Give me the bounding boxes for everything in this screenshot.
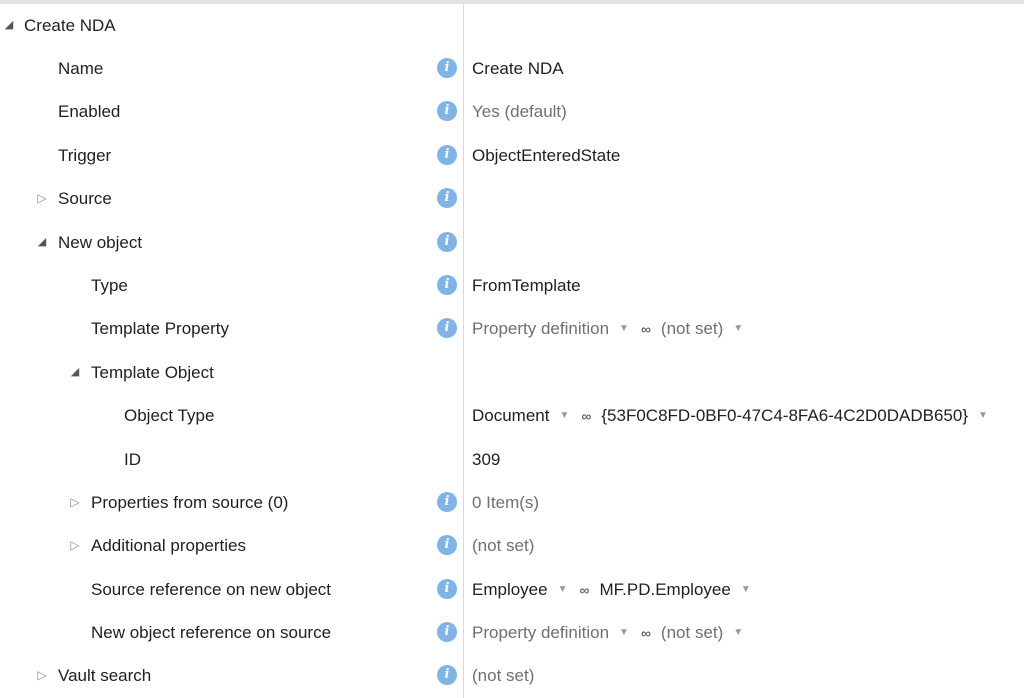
tree-row-new-object-reference[interactable]: New object reference on source i Propert… — [0, 611, 1024, 654]
collapsed-toggle-icon[interactable]: ▷ — [69, 494, 81, 510]
info-icon[interactable]: i — [437, 579, 457, 599]
link-icon: ∞ — [640, 321, 651, 337]
row-label: Vault search — [58, 666, 152, 685]
tree-row-new-object[interactable]: ◢ New object i — [0, 221, 1024, 264]
row-label: ID — [124, 450, 141, 469]
chevron-down-icon[interactable]: ▼ — [619, 623, 629, 643]
row-value[interactable]: (not set) — [472, 666, 534, 686]
row-label: Source — [58, 189, 112, 208]
row-value[interactable]: 0 Item(s) — [472, 493, 539, 513]
link-icon: ∞ — [640, 625, 651, 641]
tree-row-additional-properties[interactable]: ▷ Additional properties i (not set) — [0, 524, 1024, 567]
tree-row-type[interactable]: Type i FromTemplate — [0, 264, 1024, 307]
row-value[interactable]: (not set) — [472, 536, 534, 556]
row-value[interactable]: Document ▼ ∞ {53F0C8FD-0BF0-47C4-8FA6-4C… — [472, 406, 1000, 426]
row-value[interactable]: 309 — [472, 450, 500, 470]
link-icon: ∞ — [579, 582, 590, 598]
tree-row-trigger[interactable]: Trigger i ObjectEnteredState — [0, 134, 1024, 177]
info-icon[interactable]: i — [437, 58, 457, 78]
row-value[interactable]: ObjectEnteredState — [472, 146, 620, 166]
info-icon[interactable]: i — [437, 318, 457, 338]
row-value[interactable]: Property definition ▼ ∞ (not set) ▼ — [472, 623, 755, 643]
chevron-down-icon[interactable]: ▼ — [733, 623, 743, 643]
info-icon[interactable]: i — [437, 275, 457, 295]
tree-row-source-reference[interactable]: Source reference on new object i Employe… — [0, 568, 1024, 611]
tree-row-object-type[interactable]: Object Type Document ▼ ∞ {53F0C8FD-0BF0-… — [0, 394, 1024, 437]
info-icon[interactable]: i — [437, 101, 457, 121]
collapsed-toggle-icon[interactable]: ▷ — [36, 667, 48, 683]
row-label: Template Property — [91, 319, 229, 338]
info-icon[interactable]: i — [437, 665, 457, 685]
chevron-down-icon[interactable]: ▼ — [559, 406, 569, 426]
info-icon[interactable]: i — [437, 492, 457, 512]
tree-row-create-nda[interactable]: ◢ Create NDA — [0, 4, 1024, 47]
row-label: Name — [58, 59, 104, 78]
tree-row-id[interactable]: ID 309 — [0, 438, 1024, 481]
row-label: Enabled — [58, 102, 121, 121]
tree-row-template-object[interactable]: ◢ Template Object — [0, 351, 1024, 394]
chevron-down-icon[interactable]: ▼ — [741, 580, 751, 600]
tree-row-name[interactable]: Name i Create NDA — [0, 47, 1024, 90]
row-label: Template Object — [91, 363, 214, 382]
tree-row-template-property[interactable]: Template Property i Property definition … — [0, 307, 1024, 350]
row-label: New object reference on source — [91, 623, 332, 642]
row-label: Properties from source (0) — [91, 493, 289, 512]
row-value[interactable]: Create NDA — [472, 59, 564, 79]
info-icon[interactable]: i — [437, 188, 457, 208]
collapsed-toggle-icon[interactable]: ▷ — [36, 190, 48, 206]
row-value[interactable]: FromTemplate — [472, 276, 581, 296]
tree-row-source[interactable]: ▷ Source i — [0, 177, 1024, 220]
link-icon: ∞ — [581, 408, 591, 424]
info-icon[interactable]: i — [437, 232, 457, 252]
expand-toggle-icon[interactable]: ◢ — [69, 364, 81, 380]
row-value[interactable]: Employee ▼ ∞ MF.PD.Employee ▼ — [472, 580, 763, 600]
row-value[interactable]: Property definition ▼ ∞ (not set) ▼ — [472, 319, 755, 339]
chevron-down-icon[interactable]: ▼ — [619, 319, 629, 339]
tree-row-vault-search[interactable]: ▷ Vault search i (not set) — [0, 654, 1024, 697]
chevron-down-icon[interactable]: ▼ — [978, 406, 988, 426]
chevron-down-icon[interactable]: ▼ — [558, 580, 568, 600]
tree-row-properties-from-source[interactable]: ▷ Properties from source (0) i 0 Item(s) — [0, 481, 1024, 524]
collapsed-toggle-icon[interactable]: ▷ — [69, 537, 81, 553]
info-icon[interactable]: i — [437, 145, 457, 165]
row-value[interactable]: Yes (default) — [472, 102, 567, 122]
row-label: Create NDA — [24, 16, 116, 35]
row-label: Additional properties — [91, 536, 246, 555]
expand-toggle-icon[interactable]: ◢ — [36, 234, 48, 250]
expand-toggle-icon[interactable]: ◢ — [3, 17, 15, 33]
info-icon[interactable]: i — [437, 622, 457, 642]
row-label: Source reference on new object — [91, 580, 332, 599]
tree-row-enabled[interactable]: Enabled i Yes (default) — [0, 90, 1024, 133]
info-icon[interactable]: i — [437, 535, 457, 555]
row-label: Object Type — [124, 406, 215, 425]
row-label: Trigger — [58, 146, 112, 165]
row-label: New object — [58, 233, 143, 252]
row-label: Type — [91, 276, 128, 295]
chevron-down-icon[interactable]: ▼ — [733, 319, 743, 339]
